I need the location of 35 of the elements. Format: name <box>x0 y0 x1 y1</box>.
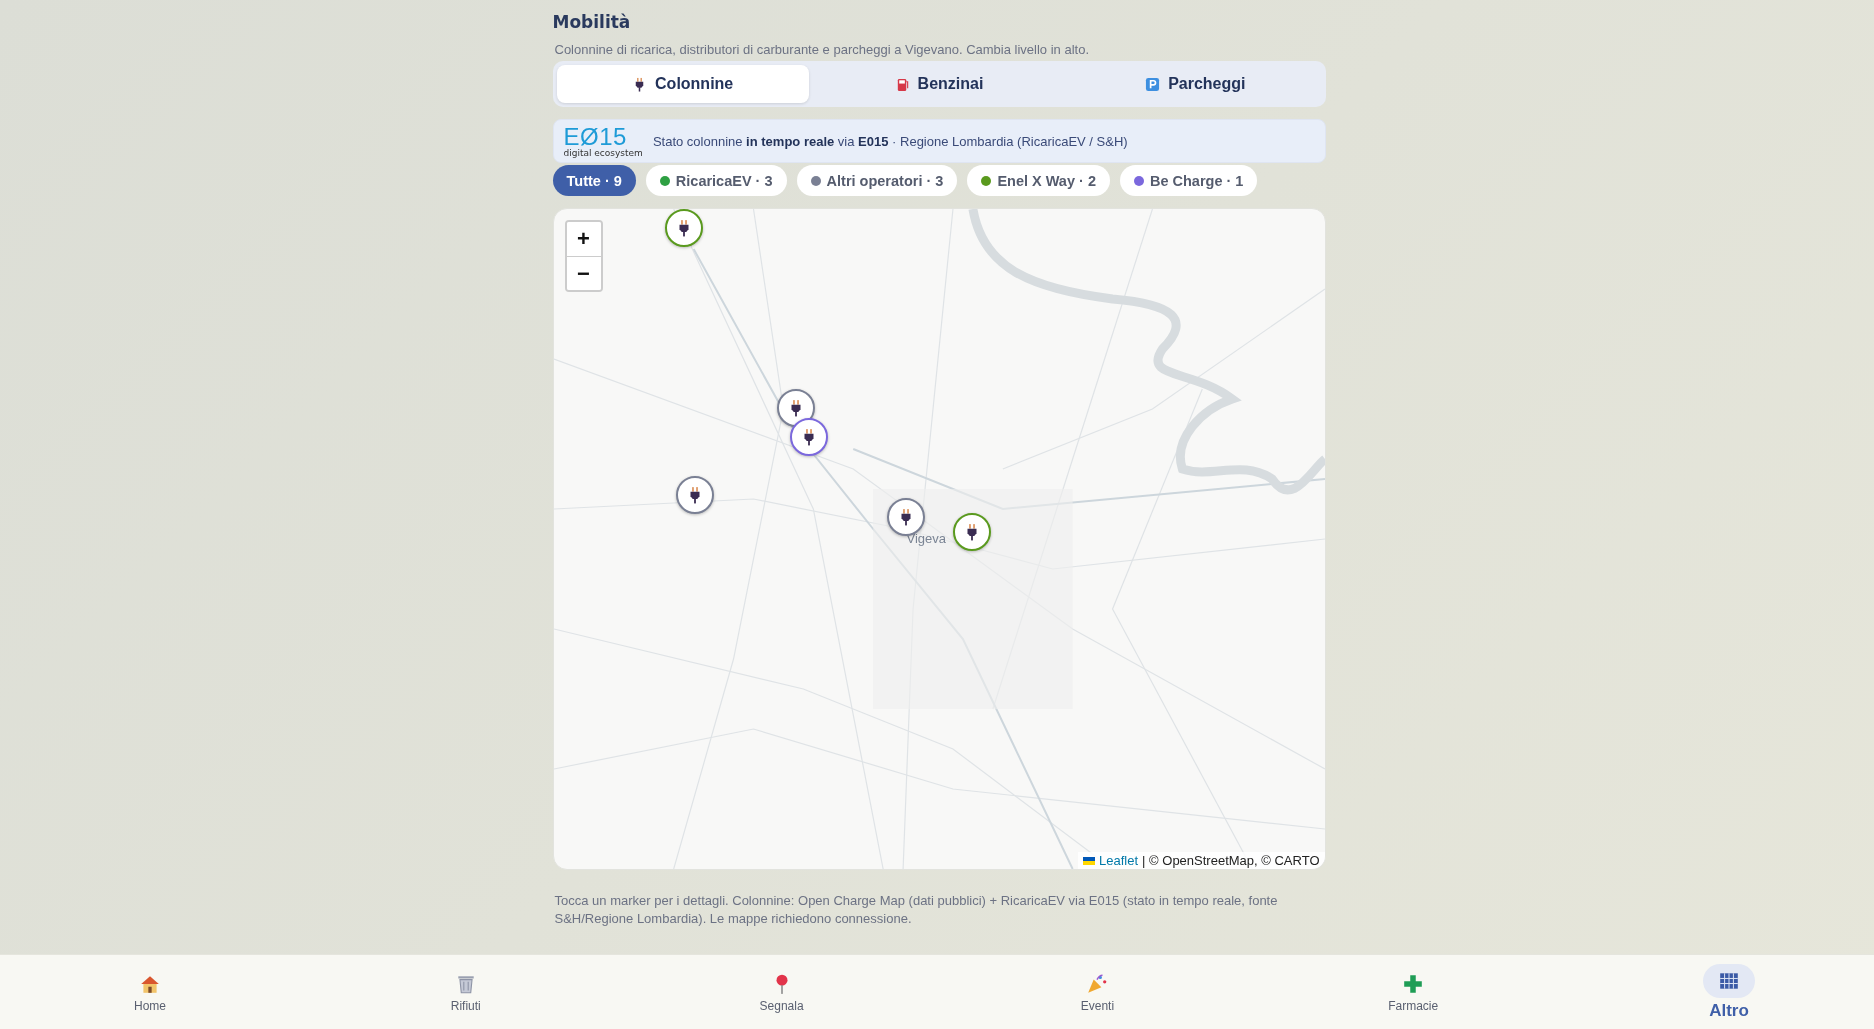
nav-item[interactable]: Rifiuti <box>433 955 498 1029</box>
nav-item[interactable]: Eventi <box>1065 955 1130 1029</box>
charging-marker[interactable] <box>676 476 715 515</box>
charging-marker[interactable] <box>664 209 703 248</box>
attribution-text: | © OpenStreetMap, © CARTO <box>1142 853 1320 868</box>
leaflet-link[interactable]: Leaflet <box>1099 853 1139 868</box>
page-subtitle: Colonnine di ricarica, distributori di carburante e parcheggi a Vigevano. Cambia livello in alto. <box>554 42 1090 57</box>
zoom-in-button[interactable]: + <box>566 222 601 256</box>
cross-icon <box>1402 972 1425 995</box>
filter-chip[interactable]: Altri operatori · 3 <box>796 165 958 196</box>
nav-item[interactable]: Home <box>118 955 182 1029</box>
layer-tab[interactable]: Benzinai <box>812 65 1066 103</box>
banner-text: Stato colonnine in tempo reale via E015 · Regione Lombardia (RicaricaEV / S&H) <box>652 133 1128 149</box>
layer-tab[interactable]: Colonnine <box>556 65 809 103</box>
parking-sign-icon <box>1145 76 1161 92</box>
filter-chip[interactable]: Be Charge · 1 <box>1119 165 1258 196</box>
map-place-label: Vigeva <box>906 531 946 546</box>
charging-marker[interactable] <box>953 513 992 552</box>
charging-marker[interactable] <box>790 417 829 456</box>
e015-logo: EØ15 digital ecosystem <box>563 124 643 158</box>
map-panel[interactable]: + − Vigeva Leaflet | © OpenStreetMap, © CARTO <box>552 208 1326 870</box>
flag-icon <box>1083 856 1096 865</box>
nav-item[interactable]: Farmacie <box>1381 955 1446 1029</box>
filter-chip[interactable]: Tutte · 9 <box>552 165 636 196</box>
nav-item[interactable]: Segnala <box>749 955 814 1029</box>
party-popper-icon <box>1086 972 1109 995</box>
page-title: Mobilità <box>552 12 632 32</box>
filter-chip[interactable]: Enel X Way · 2 <box>967 165 1110 196</box>
footnote-text: Tocca un marker per i dettagli. Colonnine: Open Charge Map (dati pubblici) + RicaricaEV via E015 (stato in tempo reale, fonte S&H/Regione Lombardia). Le mappe richiedono connessione. <box>554 892 1279 928</box>
zoom-out-button[interactable]: − <box>566 256 601 290</box>
charging-marker[interactable] <box>886 497 925 536</box>
charging-marker[interactable] <box>777 388 816 427</box>
filter-chip[interactable]: RicaricaEV · 3 <box>645 165 787 196</box>
layer-tab[interactable]: Parcheggi <box>1069 65 1322 103</box>
nav-item[interactable]: Altro <box>1697 955 1761 1029</box>
